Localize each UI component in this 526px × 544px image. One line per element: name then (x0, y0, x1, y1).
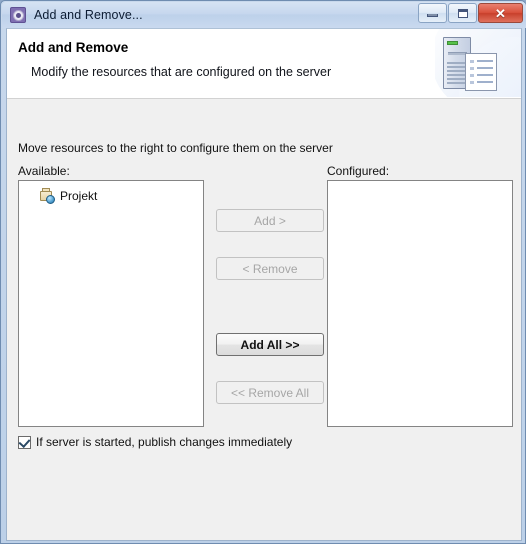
remove-button[interactable]: < Remove (216, 257, 324, 280)
window-controls: ✕ (418, 3, 523, 23)
dialog-window: Add and Remove... ✕ Add and Remove Modif… (0, 0, 526, 544)
publish-immediately-label: If server is started, publish changes im… (36, 435, 293, 449)
check-icon (18, 435, 31, 448)
maximize-icon (457, 8, 468, 18)
list-item-label: Projekt (60, 189, 98, 203)
wizard-body: Move resources to the right to configure… (7, 99, 521, 540)
available-label: Available: (18, 164, 70, 178)
close-icon: ✕ (495, 5, 506, 21)
server-and-document-icon (435, 29, 521, 97)
minimize-icon (427, 14, 438, 17)
publish-immediately-checkbox[interactable] (18, 435, 31, 449)
minimize-button[interactable] (418, 3, 447, 23)
window-title: Add and Remove... (34, 8, 143, 22)
instruction-text: Move resources to the right to configure… (18, 141, 333, 155)
available-list[interactable]: Projekt (18, 180, 204, 427)
publish-immediately-row[interactable]: If server is started, publish changes im… (18, 435, 292, 449)
list-item[interactable]: Projekt (39, 187, 97, 205)
dynamic-web-project-icon (39, 188, 55, 204)
configured-label: Configured: (327, 164, 390, 178)
page-title: Add and Remove (18, 40, 129, 55)
gear-icon (10, 6, 27, 24)
page-subtitle: Modify the resources that are configured… (31, 65, 332, 79)
dialog-client-area: Add and Remove Modify the resources that… (6, 28, 522, 541)
remove-all-button[interactable]: << Remove All (216, 381, 324, 404)
add-all-button[interactable]: Add All >> (216, 333, 324, 356)
add-button[interactable]: Add > (216, 209, 324, 232)
wizard-header: Add and Remove Modify the resources that… (7, 29, 521, 99)
title-bar[interactable]: Add and Remove... ✕ (2, 2, 526, 28)
configured-list[interactable] (327, 180, 513, 427)
close-button[interactable]: ✕ (478, 3, 523, 23)
document-icon (465, 53, 497, 91)
maximize-button[interactable] (448, 3, 477, 23)
